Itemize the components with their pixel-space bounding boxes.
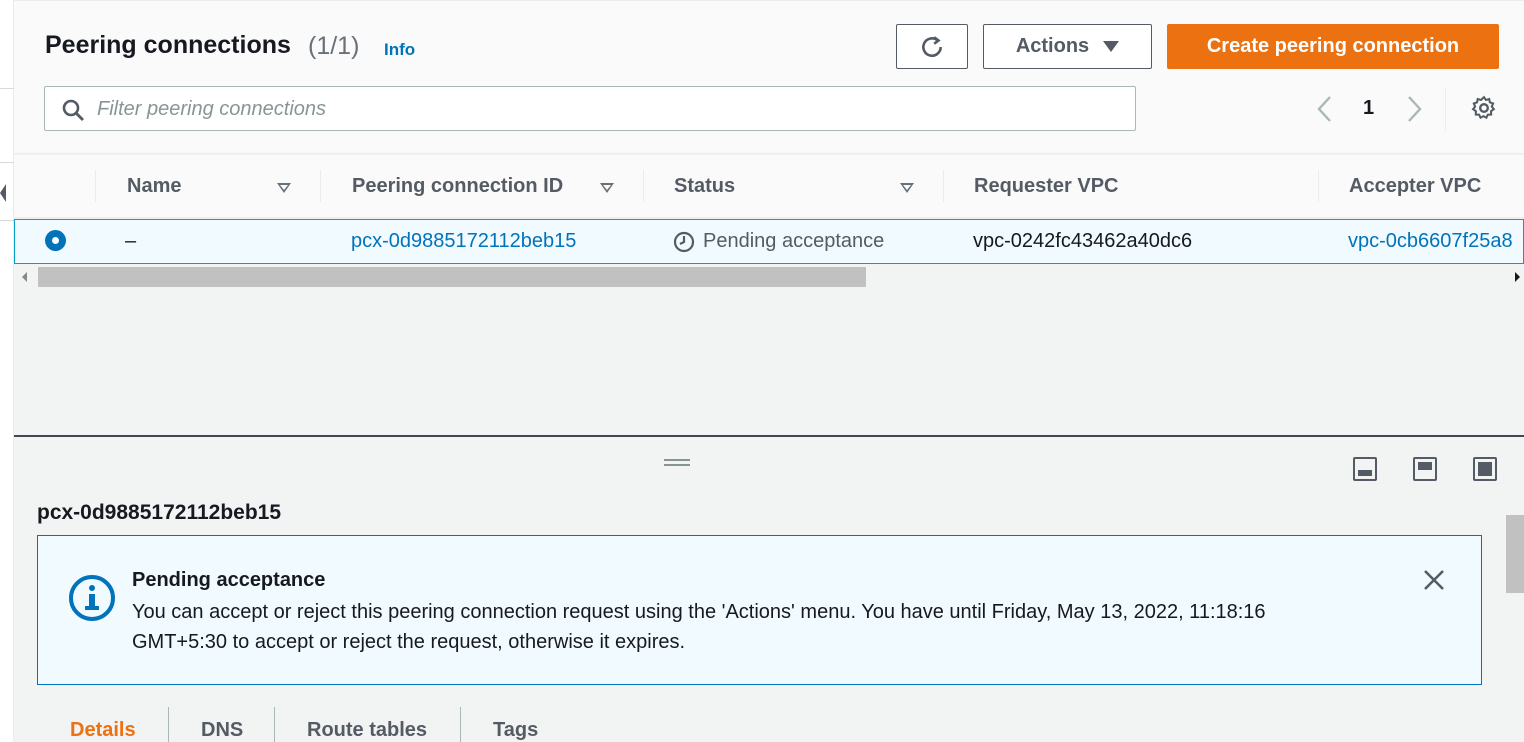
info-alert: Pending acceptance You can accept or rej… bbox=[37, 535, 1482, 685]
clock-icon bbox=[673, 231, 695, 253]
scroll-left-icon[interactable] bbox=[22, 272, 27, 282]
cell-status: Pending acceptance bbox=[703, 230, 885, 252]
page-title: Peering connections bbox=[45, 31, 291, 59]
horizontal-scrollbar[interactable] bbox=[14, 265, 1524, 289]
resize-handle-icon[interactable] bbox=[664, 459, 690, 466]
tab-divider bbox=[168, 707, 169, 742]
tab-route-tables[interactable]: Route tables bbox=[307, 719, 427, 742]
collapse-nav-icon[interactable] bbox=[0, 184, 6, 202]
cell-peering-connection-id[interactable]: pcx-0d9885172112beb15 bbox=[351, 230, 576, 253]
actions-dropdown-button[interactable]: Actions bbox=[983, 24, 1152, 69]
details-split-panel: pcx-0d9885172112beb15 Pending acceptance… bbox=[14, 437, 1524, 742]
divider bbox=[0, 220, 14, 221]
cell-requester-vpc: vpc-0242fc43462a40dc6 bbox=[973, 230, 1193, 252]
caret-down-icon bbox=[1103, 41, 1120, 52]
scrollbar-thumb[interactable] bbox=[38, 267, 866, 287]
alert-title: Pending acceptance bbox=[132, 569, 326, 591]
selection-count: (1/1) bbox=[308, 32, 360, 60]
panel-side-layout-icon[interactable] bbox=[1413, 457, 1437, 481]
column-header-name[interactable]: Name bbox=[127, 175, 181, 198]
column-header-status[interactable]: Status bbox=[674, 175, 735, 198]
column-header-accepter-vpc[interactable]: Accepter VPC bbox=[1349, 175, 1481, 198]
alert-message: You can accept or reject this peering co… bbox=[132, 601, 1266, 653]
tab-divider bbox=[460, 707, 461, 742]
tab-dns[interactable]: DNS bbox=[201, 719, 243, 742]
current-page[interactable]: 1 bbox=[1363, 97, 1374, 120]
row-select-radio[interactable] bbox=[45, 230, 66, 251]
divider bbox=[0, 162, 14, 163]
column-divider bbox=[320, 170, 321, 202]
refresh-icon bbox=[922, 35, 942, 57]
sort-icon[interactable] bbox=[277, 183, 291, 193]
column-header-requester-vpc[interactable]: Requester VPC bbox=[974, 175, 1119, 198]
detail-title: pcx-0d9885172112beb15 bbox=[37, 501, 282, 524]
filter-input[interactable]: Filter peering connections bbox=[44, 86, 1136, 131]
gear-icon[interactable] bbox=[1471, 95, 1497, 121]
cell-accepter-vpc[interactable]: vpc-0cb6607f25a8 bbox=[1348, 230, 1513, 253]
table-column-headers: Name Peering connection ID Status Reques… bbox=[14, 155, 1524, 218]
info-icon bbox=[69, 575, 115, 621]
panel-full-layout-icon[interactable] bbox=[1473, 457, 1497, 481]
close-icon[interactable] bbox=[1422, 568, 1446, 592]
chevron-right-icon[interactable] bbox=[1403, 95, 1425, 123]
create-peering-connection-button[interactable]: Create peering connection bbox=[1167, 24, 1499, 69]
refresh-button[interactable] bbox=[896, 24, 968, 69]
column-header-peering-id[interactable]: Peering connection ID bbox=[352, 175, 563, 198]
scroll-right-icon[interactable] bbox=[1515, 272, 1520, 282]
filter-placeholder: Filter peering connections bbox=[97, 98, 327, 120]
tab-divider bbox=[274, 707, 275, 742]
tab-tags[interactable]: Tags bbox=[493, 719, 538, 742]
tab-details[interactable]: Details bbox=[70, 719, 136, 742]
column-divider bbox=[1318, 170, 1319, 202]
column-divider bbox=[943, 170, 944, 202]
actions-label: Actions bbox=[1015, 35, 1090, 57]
divider bbox=[1445, 87, 1446, 131]
search-icon bbox=[62, 99, 84, 121]
peering-connections-panel: Peering connections (1/1) Info Actions C… bbox=[14, 0, 1524, 436]
table-header-bar: Peering connections (1/1) Info Actions C… bbox=[14, 0, 1524, 154]
column-divider bbox=[643, 170, 644, 202]
vertical-scrollbar[interactable] bbox=[1506, 515, 1524, 742]
sort-icon[interactable] bbox=[600, 183, 614, 193]
side-navigation-strip bbox=[0, 0, 14, 742]
scrollbar-thumb[interactable] bbox=[1506, 515, 1524, 593]
table-row[interactable]: – pcx-0d9885172112beb15 Pending acceptan… bbox=[14, 219, 1524, 264]
column-divider bbox=[95, 170, 96, 202]
panel-bottom-layout-icon[interactable] bbox=[1353, 457, 1377, 481]
chevron-left-icon[interactable] bbox=[1314, 95, 1336, 123]
divider bbox=[0, 88, 14, 89]
info-link[interactable]: Info bbox=[384, 40, 415, 60]
sort-icon[interactable] bbox=[900, 183, 914, 193]
cell-name: – bbox=[125, 230, 137, 252]
